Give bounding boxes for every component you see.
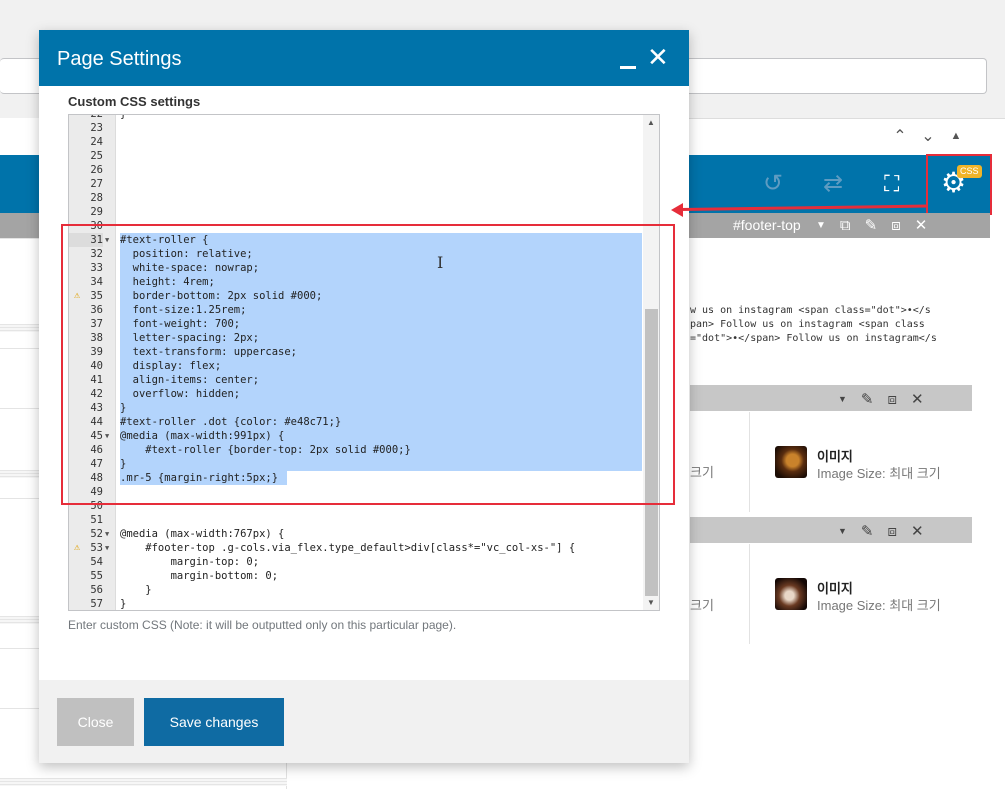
code-text: }: [120, 584, 152, 596]
help-text: Enter custom CSS (Note: it will be outpu…: [68, 618, 457, 632]
close-button[interactable]: Close: [57, 698, 134, 746]
code-line: 25: [69, 149, 643, 163]
code-line: 55 margin-bottom: 0;: [69, 569, 643, 583]
divider: [749, 412, 750, 512]
line-number: 29: [90, 206, 103, 218]
line-number: 28: [90, 192, 103, 204]
column-tools-2: ▼ ✎ ⧈ ✕: [838, 522, 924, 541]
code-line: 56 }: [69, 583, 643, 597]
selection-highlight-box: [61, 224, 675, 505]
column-bar-1: [690, 385, 972, 411]
code-line: 52 ▼ @media (max-width:767px) {: [69, 527, 643, 541]
line-number: 52: [90, 528, 103, 540]
line-number: 24: [90, 136, 103, 148]
code-text: @media (max-width:767px) {: [120, 528, 285, 540]
pencil-icon[interactable]: ✎: [865, 216, 878, 234]
minimize-icon[interactable]: [617, 44, 637, 70]
caret-down-icon[interactable]: ▼: [838, 394, 847, 404]
image-size: Image Size: 최대 크기: [817, 598, 941, 613]
code-line: 26: [69, 163, 643, 177]
row-label: #footer-top: [733, 217, 801, 233]
line-number: 26: [90, 164, 103, 176]
modal-footer: [39, 680, 689, 763]
chevron-up-icon[interactable]: ⌃: [890, 126, 910, 146]
line-number: 51: [90, 514, 103, 526]
code-line: 24: [69, 135, 643, 149]
code-text: }: [120, 598, 127, 610]
close-icon[interactable]: ✕: [911, 522, 924, 540]
line-number: 23: [90, 122, 103, 134]
text-block-preview: w us on instagram <span class="dot">•</s…: [690, 305, 937, 344]
caret-down-icon[interactable]: ▼: [838, 526, 847, 536]
save-changes-button[interactable]: Save changes: [144, 698, 284, 746]
code-line: 22}: [69, 114, 643, 121]
scroll-up-icon[interactable]: ▲: [647, 118, 655, 127]
code-line: ⚠ 53 ▼ #footer-top .g-cols.via_flex.type_d…: [69, 541, 643, 555]
undo-icon[interactable]: ↺: [763, 170, 783, 198]
column-bar-2: [690, 517, 972, 543]
clone-icon[interactable]: ⧈: [888, 523, 898, 540]
line-number: 53: [90, 542, 103, 554]
divider: [749, 544, 750, 644]
code-line: 27: [69, 177, 643, 191]
close-icon[interactable]: ✕: [915, 216, 928, 234]
code-text: margin-top: 0;: [120, 556, 260, 568]
clone-icon[interactable]: ⧈: [888, 391, 898, 408]
arrow-head-icon: [671, 203, 683, 217]
code-line: 51: [69, 513, 643, 527]
code-line: 23: [69, 121, 643, 135]
css-badge: CSS: [957, 165, 982, 178]
line-number: 25: [90, 150, 103, 162]
image-thumbnail: [775, 446, 807, 478]
close-icon[interactable]: ✕: [647, 43, 669, 71]
image-thumbnail: [775, 578, 807, 610]
panel-controls: ⌃ ⌄ ▲: [890, 126, 966, 146]
pencil-icon[interactable]: ✎: [861, 390, 874, 408]
line-number: 57: [90, 598, 103, 610]
line-number: 22: [90, 114, 103, 120]
column-tools-1: ▼ ✎ ⧈ ✕: [838, 390, 924, 409]
chevron-down-icon[interactable]: ⌄: [918, 126, 938, 146]
code-line: 57}: [69, 597, 643, 610]
row-tools: ▼ ⧉ ✎ ⧈ ✕: [816, 216, 928, 235]
code-text: #footer-top .g-cols.via_flex.type_defaul…: [120, 542, 576, 554]
clone-icon[interactable]: ⧈: [891, 217, 901, 234]
triangle-up-icon[interactable]: ▲: [946, 126, 966, 146]
fold-arrow-icon[interactable]: ▼: [105, 527, 109, 541]
fullscreen-icon[interactable]: ⛶: [884, 170, 899, 198]
modal-title: Page Settings: [57, 48, 182, 70]
line-number: 56: [90, 584, 103, 596]
code-line: 54 margin-top: 0;: [69, 555, 643, 569]
code-text: }: [120, 114, 127, 120]
code-text: margin-bottom: 0;: [120, 570, 279, 582]
fold-arrow-icon[interactable]: ▼: [105, 541, 109, 555]
redo-icon[interactable]: ⇄: [823, 170, 843, 198]
code-line: 28: [69, 191, 643, 205]
image-size-fragment: 크기: [690, 598, 714, 613]
line-number: 55: [90, 570, 103, 582]
text-cursor-icon: I: [437, 253, 444, 272]
caret-down-icon[interactable]: ▼: [816, 220, 826, 231]
image-size: Image Size: 최대 크기: [817, 466, 941, 481]
line-number: 27: [90, 178, 103, 190]
image-size-fragment: 크기: [690, 465, 714, 480]
scroll-down-icon[interactable]: ▼: [647, 598, 655, 607]
section-label: Custom CSS settings: [68, 94, 201, 109]
close-icon[interactable]: ✕: [911, 390, 924, 408]
copy-icon[interactable]: ⧉: [840, 217, 851, 234]
code-line: 29: [69, 205, 643, 219]
pencil-icon[interactable]: ✎: [861, 522, 874, 540]
line-number: 54: [90, 556, 103, 568]
